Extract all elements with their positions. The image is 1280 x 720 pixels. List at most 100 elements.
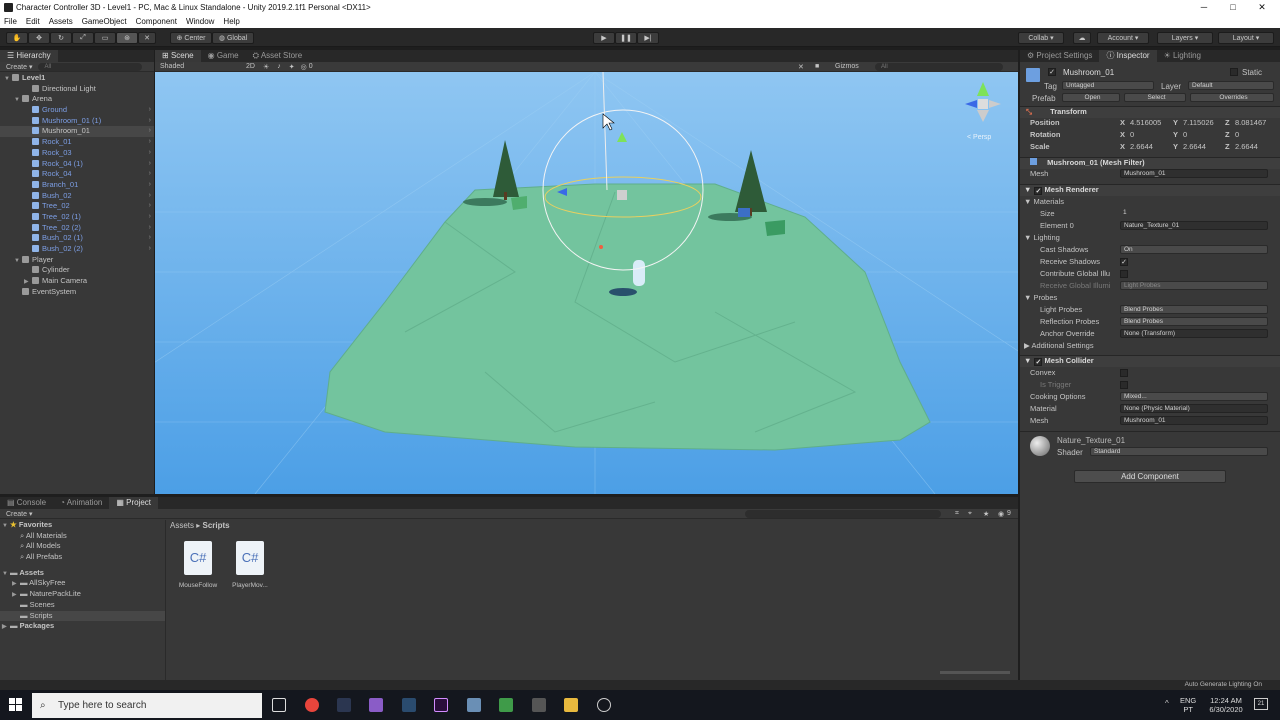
packages-node[interactable]: ▶ ▬ Packages xyxy=(0,621,165,632)
add-component-button[interactable]: Add Component xyxy=(1074,470,1226,483)
collider-mesh-field[interactable]: Mushroom_01 xyxy=(1120,416,1268,425)
icon-size-slider[interactable] xyxy=(940,671,1010,674)
app-icon[interactable] xyxy=(467,698,481,712)
folder-scripts[interactable]: ▬ Scripts xyxy=(0,610,165,622)
menu-edit[interactable]: Edit xyxy=(26,17,40,26)
hierarchy-item[interactable]: Mushroom_01 (1) › xyxy=(0,116,154,127)
hierarchy-search-input[interactable]: All xyxy=(38,62,143,71)
breadcrumb-scripts[interactable]: Scripts xyxy=(202,521,229,530)
camera-icon[interactable]: ■ xyxy=(815,63,819,70)
blue-cube[interactable] xyxy=(738,208,750,217)
rotation-z-field[interactable]: 0 xyxy=(1235,130,1239,139)
tab-project-settings[interactable]: ⚙ Project Settings xyxy=(1020,50,1099,62)
cast-shadows-dropdown[interactable]: On xyxy=(1120,245,1268,254)
favorite-all-models[interactable]: ⌕ All Models xyxy=(0,541,165,552)
mesh-collider-header[interactable]: ▼ ✓ Mesh Collider xyxy=(1020,355,1280,367)
hierarchy-item[interactable]: Rock_04 › xyxy=(0,169,154,180)
tab-asset-store[interactable]: ⛭ Asset Store xyxy=(246,50,310,62)
layer-dropdown[interactable]: Default xyxy=(1188,81,1274,90)
tab-hierarchy[interactable]: ☰ Hierarchy xyxy=(0,50,58,62)
maximize-button[interactable]: □ xyxy=(1219,0,1247,15)
favorite-all-materials[interactable]: ⌕ All Materials xyxy=(0,531,165,542)
play-button[interactable]: ▶ xyxy=(593,32,615,44)
hidden-objects-icon[interactable]: ◎ xyxy=(301,63,307,71)
open-prefab-chevron-icon[interactable]: › xyxy=(149,244,151,255)
premiere-pro-icon[interactable] xyxy=(434,698,448,712)
reflection-probes-dropdown[interactable]: Blend Probes xyxy=(1120,317,1268,326)
convex-checkbox[interactable] xyxy=(1120,369,1128,377)
cooking-options-dropdown[interactable]: Mixed... xyxy=(1120,392,1268,401)
notepad-icon[interactable] xyxy=(499,698,513,712)
filter-by-label-icon[interactable]: ⌖ xyxy=(968,510,972,518)
gizmos-dropdown[interactable]: Gizmos xyxy=(835,63,859,70)
notification-center-icon[interactable]: 21 xyxy=(1254,698,1268,710)
receive-gi-dropdown[interactable]: Light Probes xyxy=(1120,281,1268,290)
hierarchy-item[interactable]: Directional Light xyxy=(0,84,154,95)
additional-settings-foldout[interactable]: ▶ Additional Settings xyxy=(1020,340,1280,352)
script-file-mousefollow[interactable]: C# MouseFollow xyxy=(176,541,220,589)
open-prefab-chevron-icon[interactable]: › xyxy=(149,201,151,212)
scale-tool-icon[interactable]: ⤢ xyxy=(72,32,94,44)
pivot-center-toggle[interactable]: ⊕ Center xyxy=(170,32,212,44)
hidden-packages-icon[interactable]: ◉ xyxy=(998,510,1004,518)
position-x-field[interactable]: 4.516005 xyxy=(1130,118,1161,127)
hierarchy-item[interactable]: ▼ Player xyxy=(0,255,154,266)
hierarchy-item[interactable]: Branch_01 › xyxy=(0,180,154,191)
static-checkbox[interactable] xyxy=(1230,68,1238,76)
hierarchy-item[interactable]: Cylinder xyxy=(0,265,154,276)
file-explorer-icon[interactable] xyxy=(564,698,578,712)
filter-by-type-icon[interactable]: ⌗ xyxy=(955,510,959,518)
taskbar-search-input[interactable]: ⌕ Type here to search xyxy=(32,693,262,718)
chrome-icon[interactable] xyxy=(305,698,319,712)
hierarchy-item[interactable]: Tree_02 (1) › xyxy=(0,212,154,223)
windows-start-icon[interactable] xyxy=(9,698,23,712)
menu-window[interactable]: Window xyxy=(186,17,214,26)
tab-console[interactable]: ▤ Console xyxy=(0,497,53,509)
favorite-icon[interactable]: ★ xyxy=(983,510,989,518)
lighting-foldout[interactable]: ▼ Lighting xyxy=(1020,232,1280,244)
layout-dropdown[interactable]: Layout ▾ xyxy=(1218,32,1274,44)
mesh-renderer-header[interactable]: ▼ ✓ Mesh Renderer xyxy=(1020,184,1280,196)
steam-icon[interactable] xyxy=(402,698,416,712)
tray-chevron-icon[interactable]: ^ xyxy=(1165,699,1169,708)
close-button[interactable]: ✕ xyxy=(1248,0,1276,15)
scene-viewport[interactable]: < Persp xyxy=(155,72,1018,494)
prefab-select-button[interactable]: Select xyxy=(1124,93,1186,102)
open-prefab-chevron-icon[interactable]: › xyxy=(149,191,151,202)
mesh-filter-mesh-field[interactable]: Mushroom_01 xyxy=(1120,169,1268,178)
input-language[interactable]: ENG PT xyxy=(1180,696,1196,714)
receive-shadows-checkbox[interactable]: ✓ xyxy=(1120,258,1128,266)
menu-component[interactable]: Component xyxy=(136,17,177,26)
scene-search-input[interactable]: All xyxy=(875,62,1003,71)
menu-file[interactable]: File xyxy=(4,17,17,26)
hierarchy-item[interactable]: Bush_02 (2) › xyxy=(0,244,154,255)
effects-toggle-icon[interactable]: ✦ xyxy=(289,63,295,71)
open-prefab-chevron-icon[interactable]: › xyxy=(149,126,151,137)
tab-project[interactable]: ▦ Project xyxy=(109,497,159,509)
hand-tool-icon[interactable]: ✋ xyxy=(6,32,28,44)
anchor-override-field[interactable]: None (Transform) xyxy=(1120,329,1268,338)
probes-foldout[interactable]: ▼ Probes xyxy=(1020,292,1280,304)
materials-foldout[interactable]: ▼ Materials xyxy=(1020,196,1280,208)
bush-right[interactable] xyxy=(765,220,785,236)
hierarchy-item[interactable]: Tree_02 (2) › xyxy=(0,223,154,234)
hierarchy-item[interactable]: Mushroom_01 › xyxy=(0,126,154,138)
rotate-tool-icon[interactable]: ↻ xyxy=(50,32,72,44)
hierarchy-item[interactable]: Bush_02 › xyxy=(0,191,154,202)
shader-dropdown[interactable]: Standard xyxy=(1090,447,1268,456)
size-field[interactable]: 1 xyxy=(1120,209,1268,218)
rotation-x-field[interactable]: 0 xyxy=(1130,130,1134,139)
folder-allskyfree[interactable]: ▶ ▬ AllSkyFree xyxy=(0,578,165,589)
hierarchy-item[interactable]: Rock_03 › xyxy=(0,148,154,159)
obs-icon[interactable] xyxy=(597,698,611,712)
audio-toggle-icon[interactable]: ♪ xyxy=(277,63,281,70)
light-probes-dropdown[interactable]: Blend Probes xyxy=(1120,305,1268,314)
layers-dropdown[interactable]: Layers ▾ xyxy=(1157,32,1213,44)
collab-dropdown[interactable]: Collab ▾ xyxy=(1018,32,1064,44)
scale-z-field[interactable]: 2.6644 xyxy=(1235,142,1258,151)
menu-gameobject[interactable]: GameObject xyxy=(82,17,127,26)
prefab-overrides-dropdown[interactable]: Overrides xyxy=(1190,93,1274,102)
clock[interactable]: 12:24 AM 6/30/2020 xyxy=(1204,696,1248,714)
move-tool-icon[interactable]: ✥ xyxy=(28,32,50,44)
bush-left[interactable] xyxy=(511,196,527,210)
